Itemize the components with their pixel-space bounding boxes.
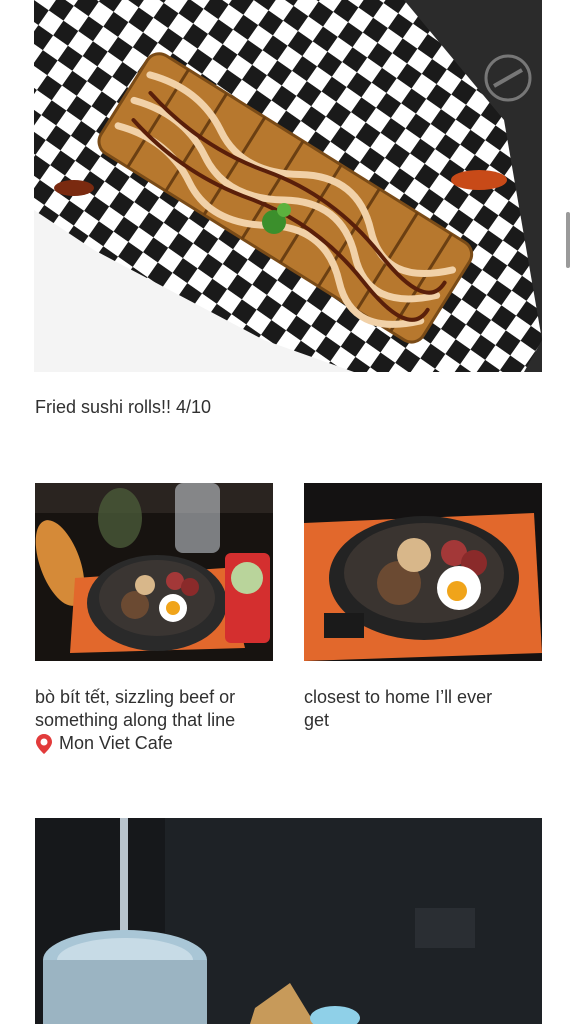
- fried-sushi-rolls-photo[interactable]: [34, 0, 542, 372]
- map-pin-icon: [36, 733, 52, 754]
- caption-line: bò bít tết, sizzling beef or: [35, 687, 236, 707]
- beef-plate-illustration: [35, 483, 273, 661]
- night-drink-photo[interactable]: [35, 818, 542, 1024]
- sizzling-beef-plate-photo[interactable]: [35, 483, 273, 661]
- post-caption-3: closest to home I’ll ever get: [304, 686, 544, 732]
- sushi-illustration: [34, 0, 542, 372]
- location-line[interactable]: Mon Viet Cafe: [35, 732, 280, 755]
- location-name: Mon Viet Cafe: [59, 733, 173, 753]
- scrollbar-thumb[interactable]: [566, 212, 570, 268]
- caption-line: closest to home I’ll ever: [304, 687, 493, 707]
- caption-line: something along that line: [35, 710, 236, 730]
- caption-text: Fried sushi rolls!! 4/10: [35, 397, 212, 417]
- drink-illustration: [35, 818, 542, 1024]
- post-caption-1: Fried sushi rolls!! 4/10: [35, 396, 211, 419]
- post-caption-2: bò bít tết, sizzling beef or something a…: [35, 686, 280, 755]
- beef-closeup-illustration: [304, 483, 542, 661]
- sizzling-beef-closeup-photo[interactable]: [304, 483, 542, 661]
- caption-line: get: [304, 710, 330, 730]
